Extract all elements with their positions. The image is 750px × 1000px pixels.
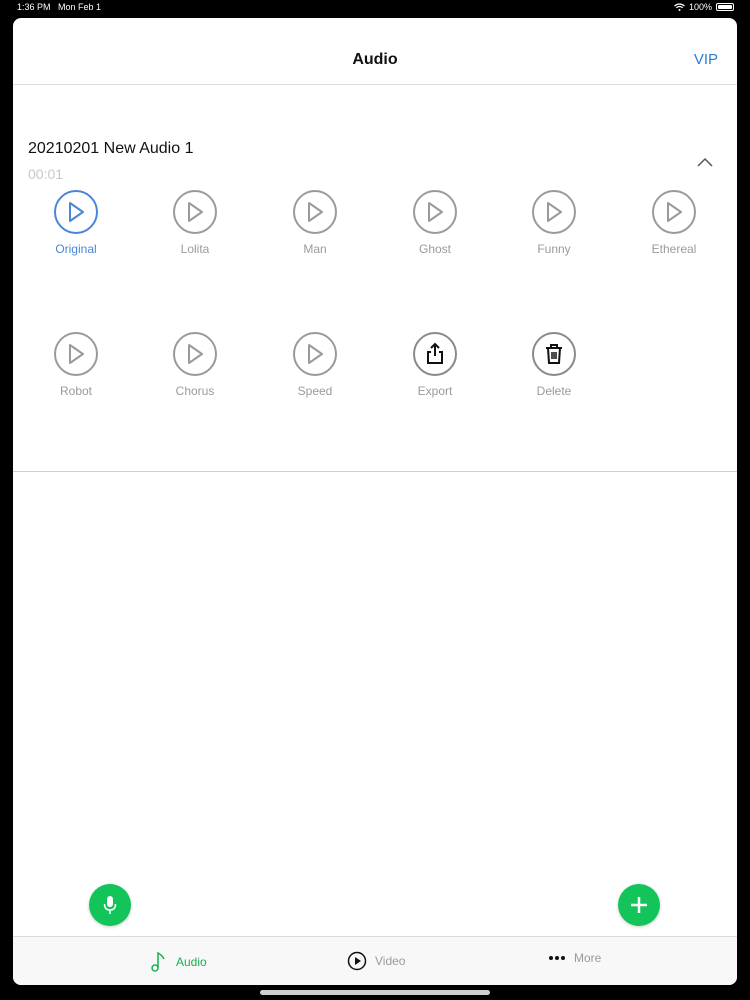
play-circle-icon bbox=[347, 951, 367, 971]
wifi-icon bbox=[674, 3, 685, 11]
effect-label: Original bbox=[55, 242, 97, 256]
effect-label: Speed bbox=[297, 384, 333, 398]
effect-funny-button[interactable]: Funny bbox=[509, 190, 599, 256]
effect-speed-button[interactable]: Speed bbox=[270, 332, 360, 398]
play-icon bbox=[54, 332, 98, 376]
effect-lolita-button[interactable]: Lolita bbox=[150, 190, 240, 256]
chevron-up-icon[interactable] bbox=[693, 153, 717, 173]
effect-label: Chorus bbox=[175, 384, 215, 398]
tab-video[interactable]: Video bbox=[347, 951, 405, 971]
status-right: 100% bbox=[674, 2, 734, 12]
tab-label: Audio bbox=[176, 955, 207, 969]
effect-label: Man bbox=[303, 242, 327, 256]
plus-icon bbox=[631, 897, 647, 913]
delete-button[interactable]: Delete bbox=[509, 332, 599, 398]
status-bar: 1:36 PM Mon Feb 1 100% bbox=[0, 0, 750, 16]
nav-bar: Audio VIP bbox=[13, 18, 737, 85]
effect-robot-button[interactable]: Robot bbox=[31, 332, 121, 398]
music-note-icon bbox=[151, 951, 165, 972]
play-icon bbox=[532, 190, 576, 234]
status-date: Mon Feb 1 bbox=[58, 2, 102, 12]
play-icon bbox=[413, 190, 457, 234]
effect-chorus-button[interactable]: Chorus bbox=[150, 332, 240, 398]
microphone-icon bbox=[103, 896, 117, 914]
effect-label: Funny bbox=[537, 242, 571, 256]
tab-label: More bbox=[574, 951, 602, 965]
effect-ghost-button[interactable]: Ghost bbox=[390, 190, 480, 256]
export-label: Export bbox=[417, 384, 453, 398]
tab-label: Video bbox=[375, 954, 406, 968]
tab-audio[interactable]: Audio bbox=[150, 951, 207, 973]
delete-label: Delete bbox=[536, 384, 572, 398]
trash-icon bbox=[532, 332, 576, 376]
more-dots-icon bbox=[549, 956, 565, 960]
export-button[interactable]: Export bbox=[390, 332, 480, 398]
recording-title: 20210201 New Audio 1 bbox=[28, 140, 194, 157]
recording-card[interactable]: 20210201 New Audio 1 00:01 Original Loli… bbox=[13, 85, 737, 472]
recording-duration: 00:01 bbox=[28, 166, 64, 182]
effect-ethereal-button[interactable]: Ethereal bbox=[629, 190, 719, 256]
effect-man-button[interactable]: Man bbox=[270, 190, 360, 256]
effect-label: Ghost bbox=[418, 242, 451, 256]
app-screen: Audio VIP 20210201 New Audio 1 00:01 Ori… bbox=[13, 18, 737, 985]
battery-icon bbox=[716, 3, 734, 11]
share-icon bbox=[413, 332, 457, 376]
home-indicator[interactable] bbox=[260, 990, 490, 995]
vip-button[interactable]: VIP bbox=[694, 51, 718, 68]
effect-label: Ethereal bbox=[651, 242, 697, 256]
effect-original-button[interactable]: Original bbox=[31, 190, 121, 256]
page-title: Audio bbox=[352, 51, 398, 68]
play-icon bbox=[54, 190, 98, 234]
add-button[interactable] bbox=[618, 884, 660, 926]
play-icon bbox=[293, 332, 337, 376]
tab-more[interactable]: More bbox=[548, 951, 601, 965]
effect-label: Lolita bbox=[180, 242, 210, 256]
record-button[interactable] bbox=[89, 884, 131, 926]
status-time: 1:36 PM bbox=[17, 2, 51, 12]
play-icon bbox=[173, 332, 217, 376]
effect-label: Robot bbox=[59, 384, 93, 398]
play-icon bbox=[173, 190, 217, 234]
play-icon bbox=[652, 190, 696, 234]
tab-bar: Audio Video More bbox=[13, 936, 737, 985]
play-icon bbox=[293, 190, 337, 234]
battery-percent: 100% bbox=[688, 2, 712, 12]
